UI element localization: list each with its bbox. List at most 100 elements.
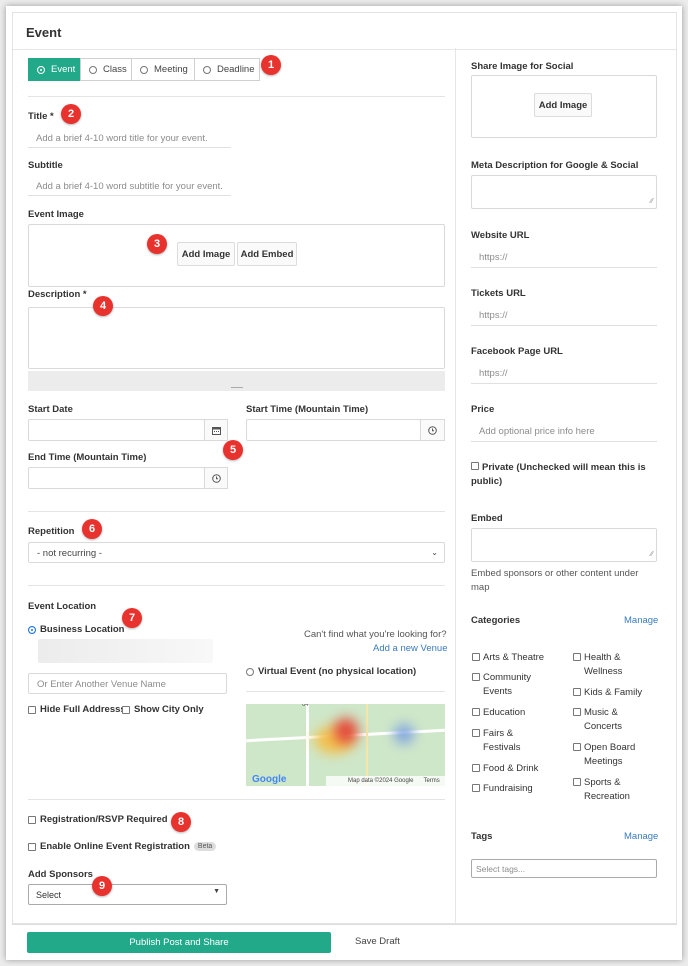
virtual-event-radio[interactable]: Virtual Event (no physical location) [246, 666, 416, 677]
embed-textarea[interactable]: ∕∕ [471, 528, 657, 562]
category-fairs-festivals[interactable]: Fairs & Festivals [472, 727, 538, 755]
category-label: Fundraising [483, 783, 533, 794]
radio-icon [246, 667, 254, 676]
private-checkbox[interactable]: Private (Unchecked will mean this is pub… [471, 461, 657, 489]
annotation-badge-2: 2 [61, 104, 81, 124]
tab-event[interactable]: Event [28, 58, 81, 81]
website-input[interactable]: https:// [471, 246, 657, 268]
category-sports-recreation[interactable]: Sports & Recreation [573, 776, 643, 804]
caret-down-icon: ▼ [213, 888, 220, 895]
category-health-wellness[interactable]: Health & Wellness [573, 651, 637, 679]
repetition-label: Repetition [28, 526, 75, 537]
map-road [366, 704, 368, 786]
add-image-button[interactable]: Add Image [177, 242, 235, 266]
price-input[interactable]: Add optional price info here [471, 420, 657, 442]
divider [28, 96, 445, 97]
subtitle-label: Subtitle [28, 160, 63, 171]
map-terms-link[interactable]: Terms [423, 778, 439, 784]
divider [28, 511, 445, 512]
sponsors-select[interactable]: Select ▼ [28, 884, 227, 905]
facebook-input[interactable]: https:// [471, 362, 657, 384]
category-kids-family[interactable]: Kids & Family [573, 686, 657, 700]
clock-icon[interactable] [420, 419, 445, 441]
meta-description-textarea[interactable]: ∕∕ [471, 175, 657, 209]
checkbox-icon [28, 842, 36, 851]
tags-manage-link[interactable]: Manage [624, 831, 658, 842]
tab-meeting[interactable]: Meeting [131, 58, 195, 81]
checkbox-icon [472, 653, 480, 661]
chevron-down-icon: ⌄ [431, 548, 438, 557]
checkbox-icon [573, 743, 581, 751]
action-footer: Publish Post and Share Save Draft [12, 924, 677, 960]
venue-name-input[interactable]: Or Enter Another Venue Name [28, 673, 227, 694]
publish-button[interactable]: Publish Post and Share [27, 932, 331, 953]
card-header: Event [13, 13, 676, 50]
location-map[interactable]: 64 Google Map data ©2024 Google Terms [246, 704, 445, 786]
price-label: Price [471, 404, 495, 415]
hide-address-checkbox[interactable]: Hide Full Addresss [28, 704, 126, 715]
private-label: Private (Unchecked will mean this is pub… [471, 462, 646, 487]
category-food-drink[interactable]: Food & Drink [472, 762, 562, 776]
radio-icon [89, 65, 97, 74]
online-registration-checkbox[interactable]: Enable Online Event Registration Beta [28, 841, 217, 852]
hide-address-label: Hide Full Addresss [40, 704, 126, 715]
tab-class[interactable]: Class [80, 58, 132, 81]
category-community-events[interactable]: Community Events [472, 671, 552, 699]
save-draft-button[interactable]: Save Draft [355, 936, 400, 947]
start-time-label: Start Time (Mountain Time) [246, 404, 369, 415]
business-location-radio[interactable]: Business Location [28, 624, 124, 635]
title-placeholder: Add a brief 4-10 word title for your eve… [36, 133, 208, 144]
category-arts-theatre[interactable]: Arts & Theatre [472, 651, 562, 665]
category-open-board-meetings[interactable]: Open Board Meetings [573, 741, 657, 769]
tickets-placeholder: https:// [479, 310, 508, 321]
subtitle-input[interactable]: Add a brief 4-10 word subtitle for your … [28, 176, 231, 196]
description-label: Description * [28, 289, 87, 300]
radio-icon [37, 65, 45, 74]
clock-icon[interactable] [204, 467, 228, 489]
checkbox-icon [573, 708, 581, 716]
checkbox-icon [472, 708, 480, 716]
website-label: Website URL [471, 230, 530, 241]
category-education[interactable]: Education [472, 706, 562, 720]
venue-placeholder: Or Enter Another Venue Name [37, 679, 166, 690]
category-label: Fairs & Festivals [483, 728, 521, 753]
description-textarea[interactable] [28, 307, 445, 369]
tickets-input[interactable]: https:// [471, 304, 657, 326]
tab-deadline[interactable]: Deadline [194, 58, 260, 81]
share-add-image-button[interactable]: Add Image [534, 93, 592, 117]
checkbox-icon [471, 462, 479, 471]
share-image-label: Share Image for Social [471, 61, 574, 72]
categories-manage-link[interactable]: Manage [624, 615, 658, 626]
repetition-select[interactable]: - not recurring - ⌄ [28, 542, 445, 563]
website-placeholder: https:// [479, 252, 508, 263]
annotation-badge-4: 4 [93, 296, 113, 316]
category-fundraising[interactable]: Fundraising [472, 782, 562, 796]
sponsors-value: Select [36, 890, 62, 900]
end-time-label: End Time (Mountain Time) [28, 452, 147, 463]
add-venue-link[interactable]: Add a new Venue [373, 643, 447, 654]
map-data-text: Map data ©2024 Google [348, 778, 414, 784]
category-label: Sports & Recreation [584, 777, 630, 802]
title-input[interactable]: Add a brief 4-10 word title for your eve… [28, 128, 231, 148]
checkbox-icon [573, 653, 581, 661]
description-resize-bar[interactable] [28, 371, 445, 391]
start-date-input[interactable] [28, 419, 205, 441]
category-music-concerts[interactable]: Music & Concerts [573, 706, 635, 734]
annotation-badge-6: 6 [82, 519, 102, 539]
show-city-checkbox[interactable]: Show City Only [122, 704, 204, 715]
tags-placeholder: Select tags... [476, 864, 526, 874]
start-time-input[interactable] [246, 419, 421, 441]
show-city-label: Show City Only [134, 704, 204, 715]
price-placeholder: Add optional price info here [479, 426, 595, 437]
annotation-badge-8: 8 [171, 812, 191, 832]
registration-checkbox[interactable]: Registration/RSVP Required [28, 814, 168, 825]
tab-label: Class [103, 64, 127, 75]
checkbox-icon [28, 705, 36, 714]
tab-label: Meeting [154, 64, 188, 75]
end-time-input[interactable] [28, 467, 205, 489]
divider [28, 585, 445, 586]
tags-select[interactable]: Select tags... [471, 859, 657, 878]
add-embed-button[interactable]: Add Embed [237, 242, 297, 266]
divider [246, 691, 445, 692]
calendar-icon[interactable] [204, 419, 228, 441]
